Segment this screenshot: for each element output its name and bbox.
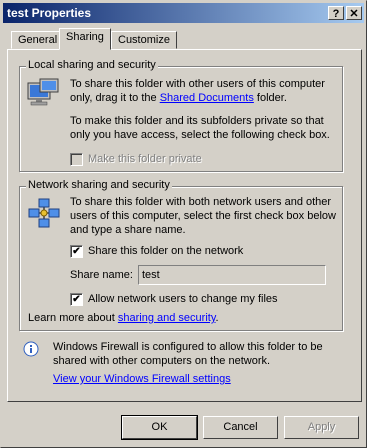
local-sharing-legend: Local sharing and security	[26, 59, 158, 71]
tab-customize[interactable]: Customize	[111, 31, 177, 49]
properties-dialog: test Properties ? ✕ General Sharing Cust…	[0, 0, 367, 448]
share-name-input[interactable]: test	[138, 265, 326, 285]
shared-documents-link[interactable]: Shared Documents	[160, 92, 254, 104]
share-folder-checkbox[interactable]: ✔	[70, 245, 83, 258]
tab-general-label: General	[18, 34, 58, 46]
make-private-label: Make this folder private	[88, 153, 202, 165]
local-sharing-group: Local sharing and security To share this…	[19, 59, 343, 172]
sharing-security-link[interactable]: sharing and security	[118, 312, 216, 324]
help-button[interactable]: ?	[328, 6, 344, 20]
apply-button[interactable]: Apply	[284, 416, 359, 439]
share-folder-label: Share this folder on the network	[88, 245, 244, 257]
tab-sharing-label: Sharing	[66, 31, 104, 43]
learn-more-post: .	[215, 312, 219, 324]
share-name-label: Share name:	[70, 269, 133, 281]
firewall-settings-link[interactable]: View your Windows Firewall settings	[53, 372, 231, 386]
cancel-button[interactable]: Cancel	[203, 416, 278, 439]
local-sharing-text1-post: folder.	[253, 92, 287, 104]
tab-general[interactable]: General	[11, 31, 65, 49]
network-icon	[28, 197, 60, 229]
allow-change-checkbox[interactable]: ✔	[70, 293, 83, 306]
network-sharing-group: Network sharing and security To share th…	[19, 179, 343, 331]
network-sharing-legend: Network sharing and security	[26, 179, 172, 191]
tab-customize-label: Customize	[118, 34, 170, 46]
computers-icon	[26, 77, 62, 111]
learn-more-text: Learn more about sharing and security.	[28, 311, 219, 325]
local-sharing-text2: To make this folder and its subfolders p…	[70, 115, 330, 141]
firewall-text: Windows Firewall is configured to allow …	[53, 341, 323, 367]
learn-more-pre: Learn more about	[28, 312, 118, 324]
local-sharing-text1: To share this folder with other users of…	[70, 77, 332, 105]
make-private-checkbox[interactable]	[70, 153, 83, 166]
title-bar[interactable]: test Properties ? ✕	[3, 3, 364, 23]
network-sharing-text: To share this folder with both network u…	[70, 196, 336, 236]
allow-change-label: Allow network users to change my files	[88, 293, 278, 305]
ok-button[interactable]: OK	[121, 415, 198, 440]
sharing-panel: Local sharing and security To share this…	[7, 49, 362, 402]
close-button[interactable]: ✕	[346, 6, 362, 20]
help-icon: ?	[332, 8, 340, 20]
close-icon: ✕	[349, 8, 359, 20]
info-icon	[23, 341, 39, 357]
tab-sharing[interactable]: Sharing	[59, 28, 111, 50]
window-title: test Properties	[7, 6, 92, 20]
